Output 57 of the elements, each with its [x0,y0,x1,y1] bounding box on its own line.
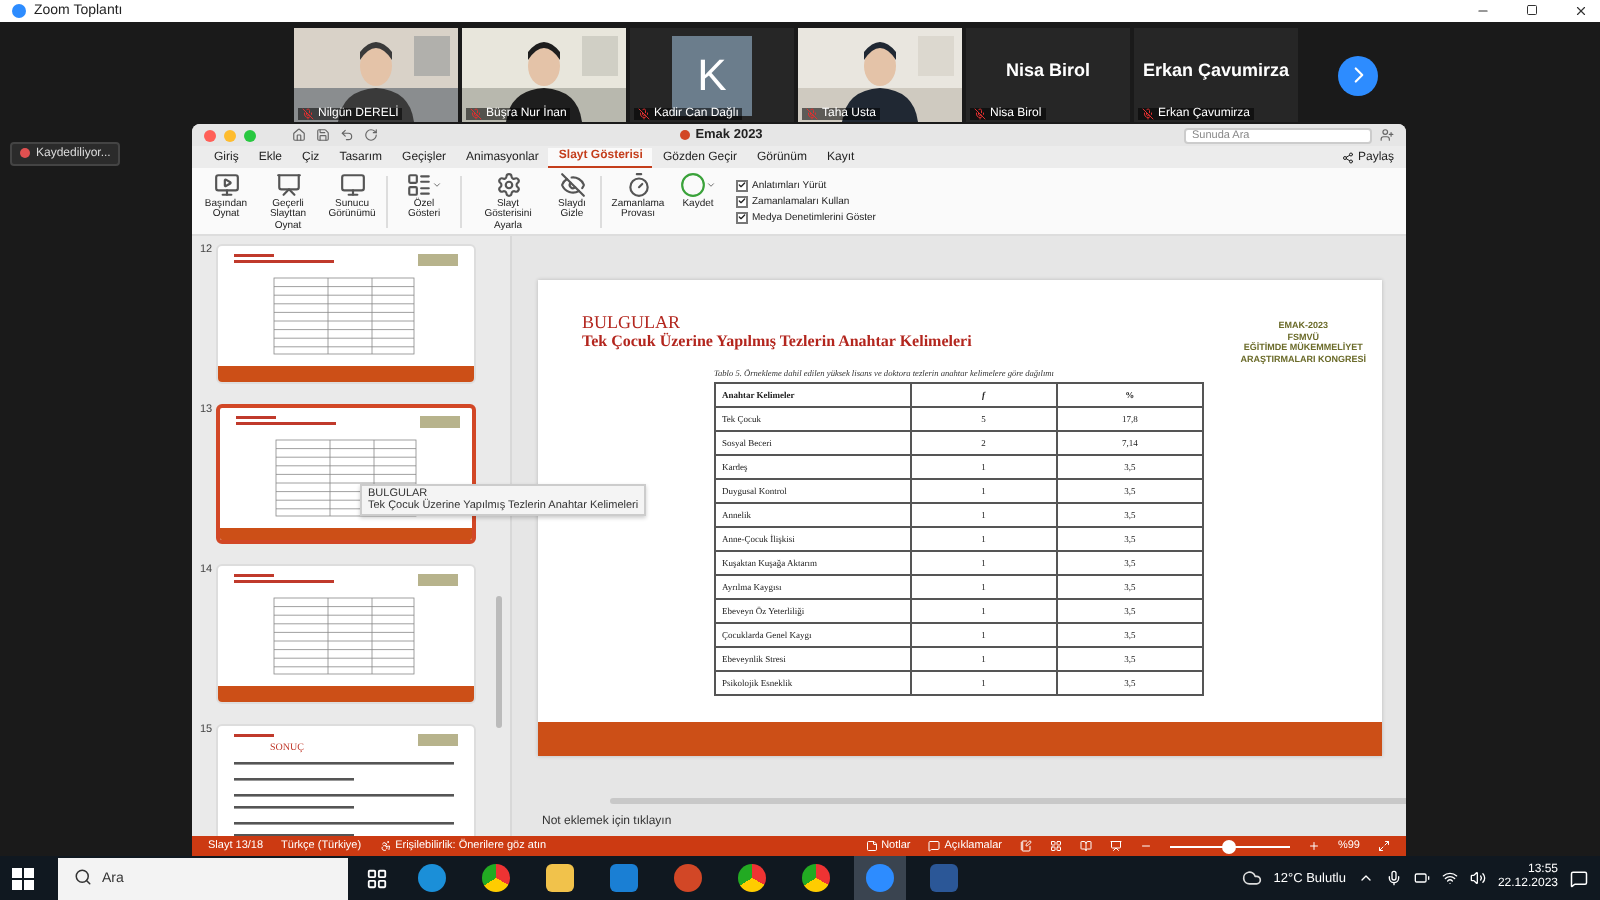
cloud-icon [1241,868,1262,888]
battery-icon[interactable] [1413,870,1430,886]
search-icon [74,868,92,886]
browser-icon[interactable] [802,864,830,892]
slideshow-icon[interactable] [1109,840,1122,852]
mic-icon[interactable] [1385,870,1402,886]
participant-name: Nisa Birol [1005,59,1090,79]
save-icon[interactable] [316,128,330,142]
screen-icon [275,171,301,197]
checkbox[interactable] [736,211,748,223]
video-app-icon[interactable] [866,864,894,892]
presentation-app-icon[interactable] [674,864,702,892]
notification-icon[interactable] [1570,869,1588,887]
task-view-icon[interactable] [366,867,388,889]
minimize-icon[interactable] [1476,4,1490,18]
folder-icon[interactable] [546,864,574,892]
monitor-play-icon [213,171,239,197]
app-icon [12,4,26,18]
scrollbar[interactable] [496,596,502,728]
checkbox[interactable] [736,179,748,191]
record-dot-icon [20,148,30,158]
browser-icon[interactable] [418,864,446,892]
document-app-icon[interactable] [930,864,958,892]
document-icon [679,130,690,140]
wifi-icon[interactable] [1441,870,1458,886]
next-page-button[interactable] [1338,55,1378,95]
normal-view-icon[interactable] [1019,840,1032,852]
list-icon [406,171,432,197]
slider-thumb[interactable] [1222,839,1237,853]
participant-name: Erkan Çavumirza [1142,59,1290,79]
close-icon[interactable] [1574,4,1588,18]
browser-icon[interactable] [738,864,766,892]
comment-icon [928,840,941,852]
accessibility-icon [379,840,392,852]
slide-title: Tek Çocuk Üzerine Yapılmış Tezlerin Anahtar Kelimeleri [582,332,972,350]
share-icon [1341,152,1354,164]
start-icon[interactable] [12,867,34,889]
reading-view-icon[interactable] [1079,840,1092,852]
mail-icon[interactable] [610,864,638,892]
circle-icon [680,171,706,197]
home-icon[interactable] [292,128,306,142]
person-icon[interactable] [1380,128,1394,142]
undo-icon[interactable] [340,128,354,142]
slide-heading: BULGULAR [582,312,682,332]
chevron-up-icon[interactable] [1357,870,1374,886]
gear-icon [495,171,521,197]
timer-icon [625,171,651,197]
hidden-eye-icon [559,171,585,197]
zoom-in-icon[interactable] [1307,840,1320,852]
grid-view-icon[interactable] [1049,840,1062,852]
browser-icon[interactable] [482,864,510,892]
checkbox[interactable] [736,195,748,207]
speaker-icon[interactable] [1469,870,1486,886]
maximize-icon[interactable] [1526,4,1538,16]
monitor-icon [339,171,365,197]
note-icon [865,840,878,852]
redo-icon[interactable] [364,128,378,142]
